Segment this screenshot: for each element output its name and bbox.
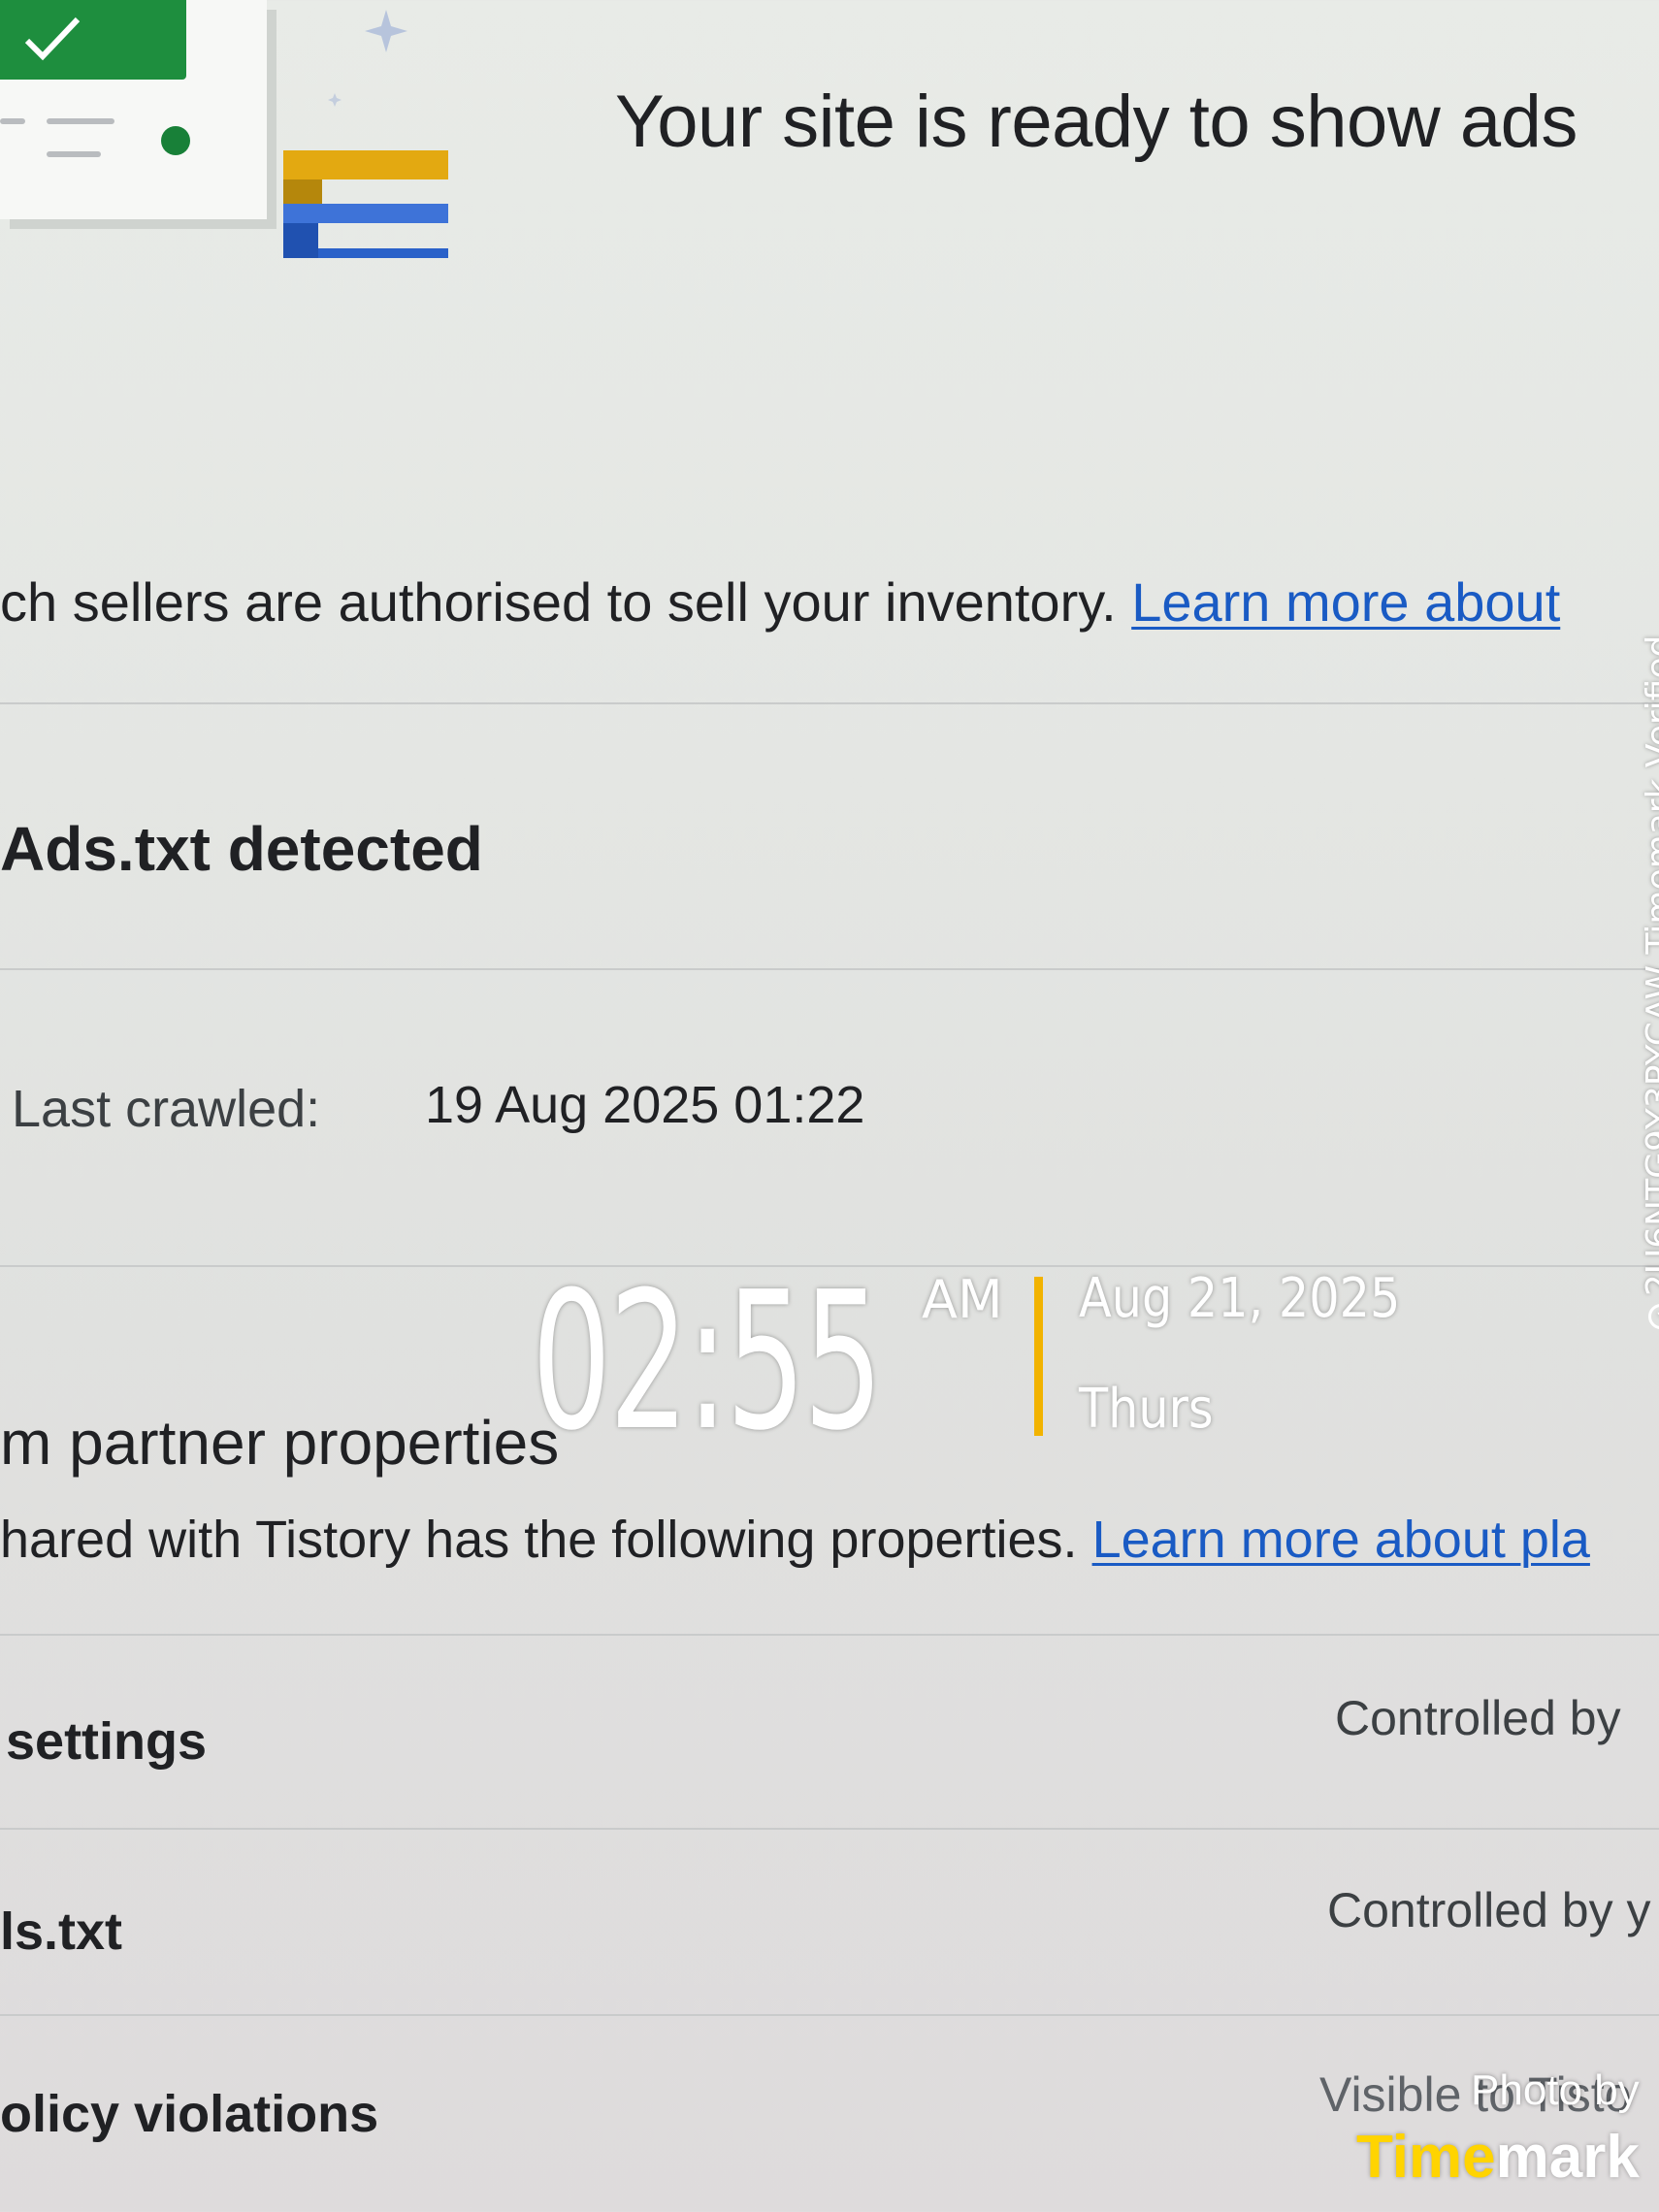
illustration-bar-blue bbox=[283, 204, 448, 223]
timemark-logo-mark: mark bbox=[1495, 2124, 1640, 2191]
timemark-logo: Timemark bbox=[1356, 2123, 1640, 2192]
partner-properties-title: m partner properties bbox=[0, 1408, 560, 1478]
divider bbox=[0, 1634, 1659, 1636]
photo-by-label: Photo by bbox=[1471, 2066, 1640, 2114]
overlay-day: Thurs bbox=[1079, 1378, 1214, 1441]
timemark-logo-time: Time bbox=[1356, 2124, 1496, 2191]
partner-description-line: hared with Tistory has the following pro… bbox=[0, 1510, 1590, 1570]
illustration-line bbox=[0, 118, 25, 124]
divider bbox=[0, 702, 1659, 704]
checkmark-badge bbox=[0, 0, 186, 80]
divider bbox=[0, 1828, 1659, 1830]
site-ready-illustration bbox=[0, 0, 466, 272]
page-title: Your site is ready to show ads bbox=[615, 81, 1578, 163]
overlay-ampm: AM bbox=[922, 1269, 1003, 1330]
overlay-separator bbox=[1034, 1277, 1043, 1436]
settings-row-control: Controlled by bbox=[1335, 1691, 1621, 1745]
learn-more-ads-txt-link[interactable]: Learn more about bbox=[1131, 571, 1560, 633]
illustration-line bbox=[47, 151, 101, 157]
check-icon bbox=[24, 16, 81, 61]
verified-icon: ✓ bbox=[1648, 1304, 1659, 1329]
overlay-time: 02:55 bbox=[532, 1252, 883, 1473]
illustration-line bbox=[47, 118, 114, 124]
learn-more-partner-link[interactable]: Learn more about pla bbox=[1092, 1511, 1590, 1569]
verification-watermark: ✓ 2U6NTG9Y3PYCAW Timemark Verified bbox=[1640, 635, 1659, 1329]
illustration-bar-blue-dark bbox=[283, 223, 318, 258]
last-crawled-value: 19 Aug 2025 01:22 bbox=[425, 1076, 865, 1134]
illustration-bar-blue-base bbox=[318, 248, 448, 258]
illustration-bar-yellow bbox=[283, 150, 448, 179]
overlay-date: Aug 21, 2025 bbox=[1079, 1267, 1401, 1330]
sparkle-small-icon bbox=[328, 93, 342, 107]
ads-txt-row-label[interactable]: ls.txt bbox=[0, 1902, 122, 1962]
illustration-dot bbox=[161, 126, 190, 155]
divider bbox=[0, 2014, 1659, 2016]
divider bbox=[0, 968, 1659, 970]
last-crawled-label: Last crawled: bbox=[12, 1080, 321, 1138]
settings-row-label[interactable]: settings bbox=[6, 1711, 207, 1772]
ads-txt-description: ch sellers are authorised to sell your i… bbox=[0, 571, 1117, 633]
partner-description: hared with Tistory has the following pro… bbox=[0, 1511, 1078, 1569]
sparkle-icon bbox=[365, 10, 407, 52]
ads-txt-description-line: ch sellers are authorised to sell your i… bbox=[0, 570, 1560, 634]
verification-code: 2U6NTG9Y3PYCAW Timemark Verified bbox=[1640, 634, 1659, 1296]
policy-violations-row-label[interactable]: olicy violations bbox=[0, 2084, 378, 2144]
ads-txt-status: Ads.txt detected bbox=[0, 814, 483, 884]
ads-txt-row-control: Controlled by y bbox=[1327, 1883, 1651, 1937]
